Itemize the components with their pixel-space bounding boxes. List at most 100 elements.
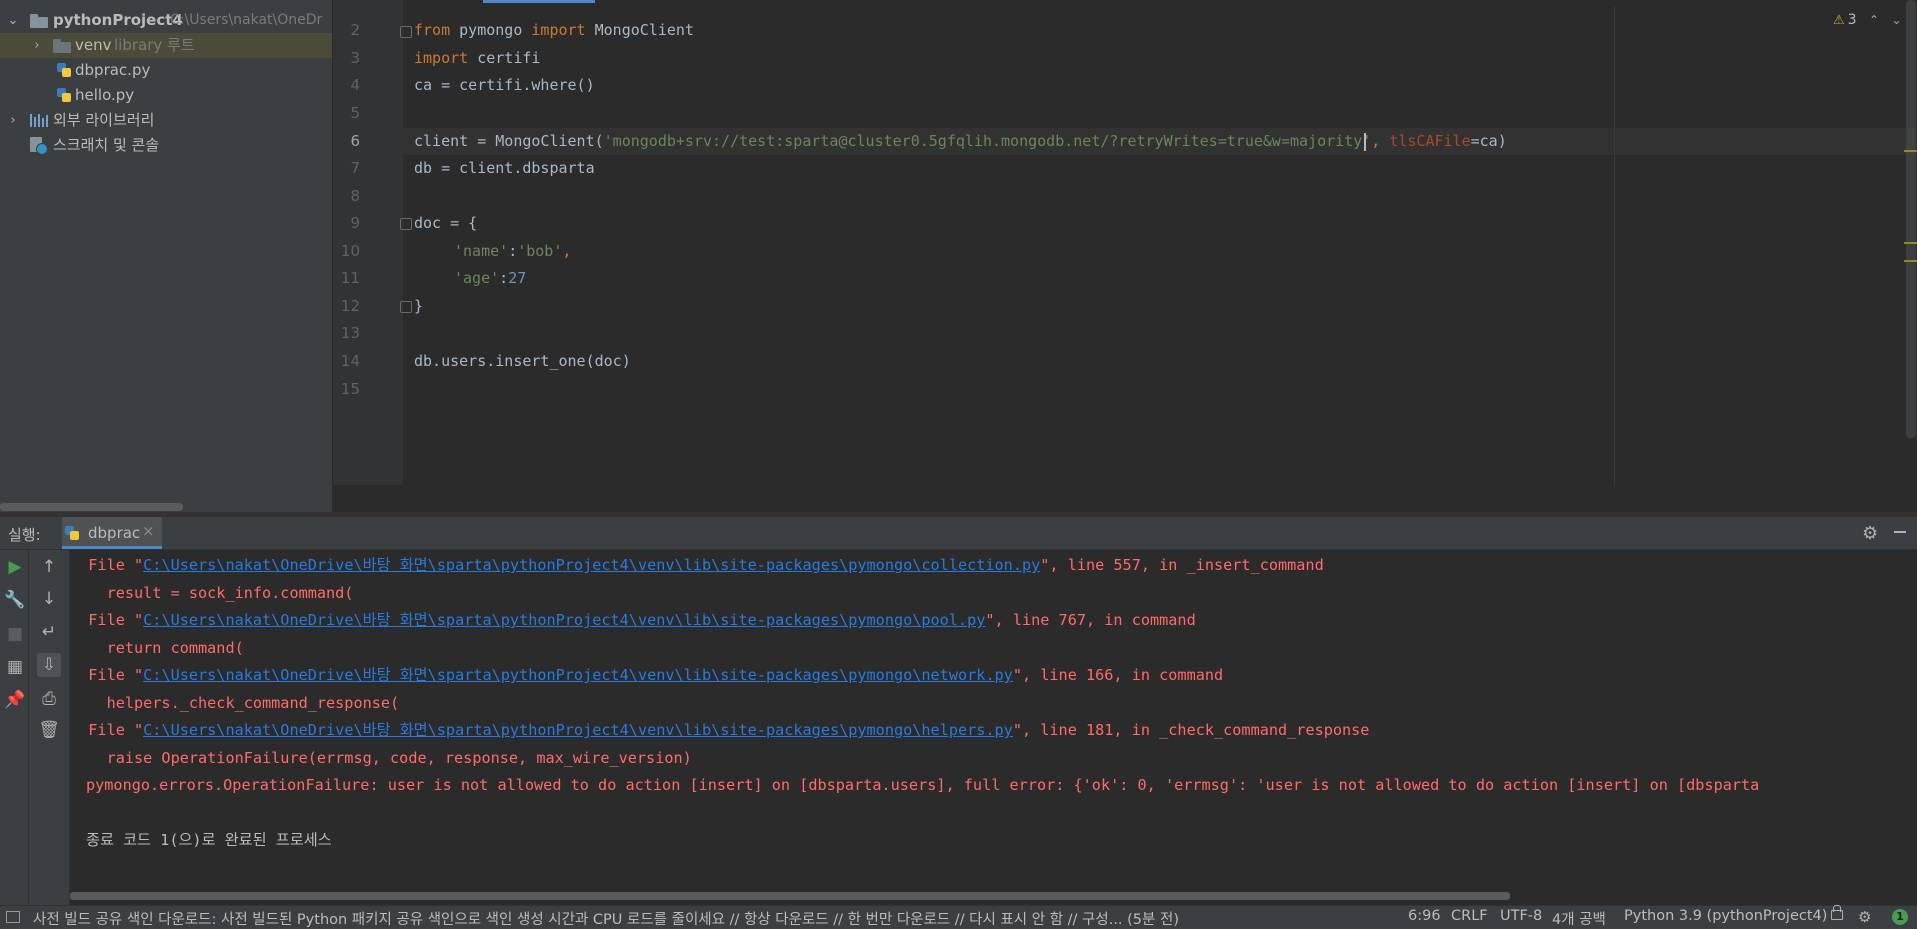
warning-icon: ⚠ [1833, 13, 1845, 28]
warning-stripe[interactable] [1904, 150, 1917, 152]
line-ending[interactable]: CRLF [1451, 908, 1488, 924]
fold-marker-icon[interactable] [400, 26, 412, 38]
console-line: result = sock_info.command( [70, 584, 354, 602]
code-line[interactable]: import certifi [414, 45, 540, 72]
run-tab-label: dbprac [88, 524, 141, 542]
arrow-down-icon[interactable]: ↓ [37, 587, 61, 611]
scratches-label: 스크래치 및 콘솔 [53, 136, 160, 154]
file-link[interactable]: C:\Users\nakat\OneDrive\바탕 화면\sparta\pyt… [143, 721, 1013, 739]
warning-stripe[interactable] [1904, 260, 1917, 262]
run-toolbar-secondary: ↑ ↓ ↵ ⇩ ⎙ 🗑 [29, 550, 70, 912]
indent-setting[interactable]: 4개 공백 [1552, 908, 1606, 929]
console-output[interactable]: File "C:\Users\nakat\OneDrive\바탕 화면\spar… [70, 550, 1917, 890]
console-line: return command( [70, 639, 244, 657]
console-error-line: pymongo.errors.OperationFailure: user is… [86, 776, 1760, 794]
line-number: 3 [350, 49, 360, 67]
stop-icon[interactable]: ■ [3, 622, 27, 646]
scrollbar-thumb[interactable] [1906, 0, 1916, 438]
tool-window-toggle-icon[interactable] [6, 911, 20, 923]
warning-stripe[interactable] [1904, 242, 1917, 244]
inspector-icon[interactable]: ⚙ [1858, 908, 1871, 926]
chevron-right-icon[interactable]: › [30, 33, 44, 58]
code-line[interactable]: 'age':27 [454, 265, 526, 292]
run-title: 실행: [8, 526, 41, 544]
notifications-icon[interactable]: 1 [1892, 909, 1908, 925]
caret-position[interactable]: 6:96 [1408, 908, 1441, 924]
warning-count: 3 [1847, 12, 1857, 28]
layout-icon[interactable]: ▦ [3, 655, 27, 679]
chevron-up-icon[interactable]: ⌃ [1869, 13, 1879, 27]
chevron-down-icon[interactable]: ⌄ [1892, 13, 1902, 27]
python-interpreter[interactable]: Python 3.9 (pythonProject4) [1624, 908, 1827, 924]
code-line[interactable]: db.users.insert_one(doc) [414, 348, 631, 375]
line-number: 10 [340, 242, 360, 260]
horizontal-scrollbar[interactable] [0, 503, 183, 511]
minimize-icon[interactable] [1894, 531, 1906, 533]
inspection-widget[interactable]: ⚠ 3 ⌃ ⌄ [1833, 12, 1902, 28]
code-line[interactable]: doc = { [414, 210, 477, 237]
line-number: 11 [340, 269, 360, 287]
console-line: File "C:\Users\nakat\OneDrive\바탕 화면\spar… [70, 721, 1370, 739]
gear-icon[interactable]: ⚙ [1862, 523, 1878, 544]
code-line[interactable]: db = client.dbsparta [414, 155, 595, 182]
chevron-right-icon[interactable]: › [6, 108, 20, 133]
console-line: File "C:\Users\nakat\OneDrive\바탕 화면\spar… [70, 611, 1196, 629]
folder-icon [53, 39, 71, 53]
soft-wrap-icon[interactable]: ↵ [37, 620, 61, 644]
horizontal-scrollbar[interactable] [70, 892, 1510, 900]
code-line[interactable]: ca = certifi.where() [414, 72, 595, 99]
file-link[interactable]: C:\Users\nakat\OneDrive\바탕 화면\sparta\pyt… [143, 666, 1013, 684]
python-file-icon [56, 62, 72, 78]
line-number: 8 [350, 187, 360, 205]
python-file-icon [64, 525, 80, 541]
line-number: 4 [350, 76, 360, 94]
tree-item-venv[interactable]: › venv library 루트 [0, 33, 332, 58]
code-line[interactable]: } [414, 293, 423, 320]
file-link[interactable]: C:\Users\nakat\OneDrive\바탕 화면\sparta\pyt… [143, 611, 985, 629]
code-line[interactable]: from pymongo import MongoClient [414, 17, 694, 44]
text-caret [1364, 133, 1366, 151]
line-number: 9 [350, 214, 360, 232]
code-line[interactable]: 'name':'bob', [454, 238, 571, 265]
lock-icon[interactable] [1831, 905, 1843, 920]
rerun-icon[interactable]: ▶ [3, 555, 27, 579]
project-root-path: C:\Users\nakat\OneDr [170, 12, 323, 28]
close-icon[interactable]: × [142, 522, 155, 540]
wrench-icon[interactable]: 🔧 [3, 588, 27, 612]
status-message[interactable]: 사전 빌드 공유 색인 다운로드: 사전 빌드된 Python 패키지 공유 색… [33, 908, 1179, 929]
console-line: helpers._check_command_response( [70, 694, 400, 712]
console-line: File "C:\Users\nakat\OneDrive\바탕 화면\spar… [70, 556, 1324, 574]
console-line: File "C:\Users\nakat\OneDrive\바탕 화면\spar… [70, 666, 1224, 684]
console-line: raise OperationFailure(errmsg, code, res… [70, 749, 692, 767]
venv-hint: library 루트 [114, 36, 195, 54]
file-link[interactable]: C:\Users\nakat\OneDrive\바탕 화면\sparta\pyt… [143, 556, 1040, 574]
line-number: 5 [350, 104, 360, 122]
code-line[interactable]: client = MongoClient('mongodb+srv://test… [414, 128, 1507, 155]
fold-marker-icon[interactable] [400, 301, 412, 313]
tree-item-scratches[interactable]: 스크래치 및 콘솔 [0, 133, 332, 158]
process-exit-line: 종료 코드 1(으)로 완료된 프로세스 [86, 831, 332, 849]
status-bar: 사전 빌드 공유 색인 다운로드: 사전 빌드된 Python 패키지 공유 색… [0, 905, 1917, 929]
tree-item-external-libraries[interactable]: › 외부 라이브러리 [0, 108, 332, 133]
tree-item-file[interactable]: hello.py [0, 83, 332, 108]
scroll-to-end-icon[interactable]: ⇩ [37, 653, 61, 677]
tree-item-file[interactable]: dbprac.py [0, 58, 332, 83]
file-name: dbprac.py [75, 61, 151, 79]
line-number: 7 [350, 159, 360, 177]
tree-item-project-root[interactable]: ⌄ pythonProject4 C:\Users\nakat\OneDr [0, 8, 332, 33]
pin-icon[interactable]: 📌 [3, 688, 27, 712]
line-number: 12 [340, 297, 360, 315]
run-tab-dbprac[interactable]: dbprac × [62, 517, 162, 549]
fold-marker-icon[interactable] [400, 218, 412, 230]
project-tree-panel: ⌄ pythonProject4 C:\Users\nakat\OneDr › … [0, 0, 333, 512]
right-margin-guide [1614, 6, 1615, 485]
file-name: hello.py [75, 86, 135, 104]
folder-icon [30, 14, 48, 28]
arrow-up-icon[interactable]: ↑ [37, 555, 61, 579]
print-icon[interactable]: ⎙ [37, 687, 61, 711]
line-number: 14 [340, 352, 360, 370]
trash-icon[interactable]: 🗑 [37, 718, 61, 742]
chevron-down-icon[interactable]: ⌄ [6, 8, 20, 33]
line-number: 6 [350, 132, 360, 150]
file-encoding[interactable]: UTF-8 [1500, 908, 1542, 924]
